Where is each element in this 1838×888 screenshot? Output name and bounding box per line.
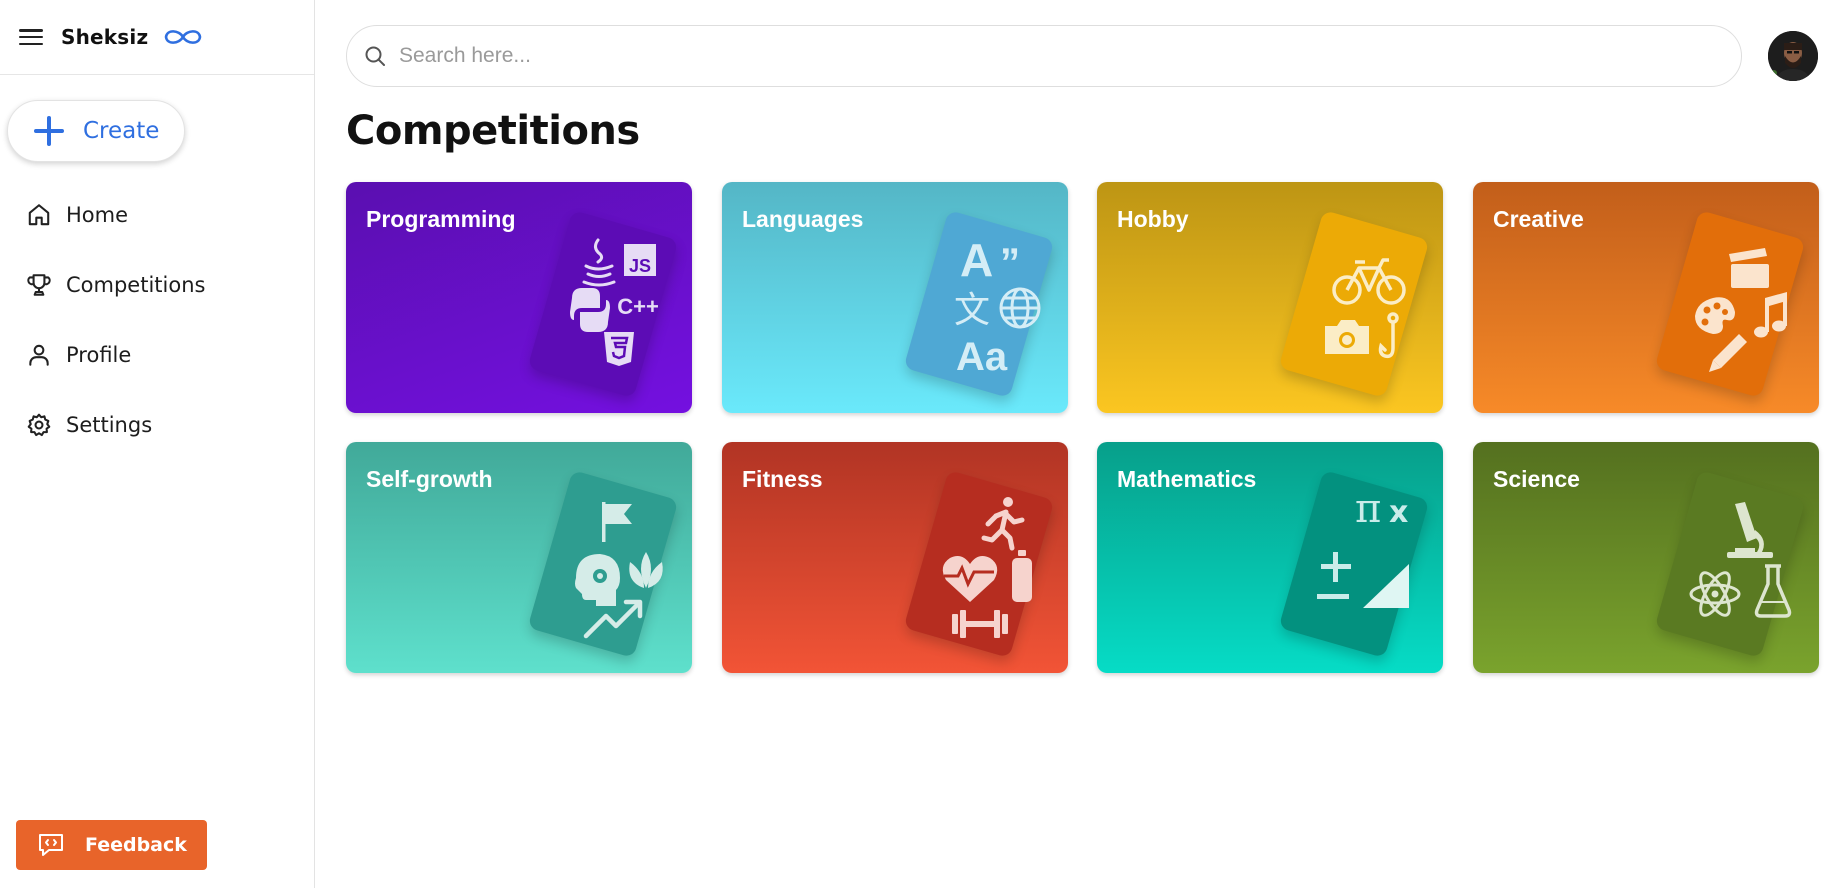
category-title: Fitness xyxy=(742,466,823,492)
search-icon xyxy=(365,46,385,66)
music-note-icon xyxy=(1754,292,1787,338)
languages-icons: A ” 文 Aa xyxy=(954,234,1041,379)
category-card-creative[interactable]: Creative xyxy=(1473,182,1819,413)
plus-icon xyxy=(34,116,64,146)
flag-icon xyxy=(602,502,632,542)
science-icons xyxy=(1689,502,1792,618)
avatar[interactable] xyxy=(1768,31,1818,81)
home-icon xyxy=(28,204,50,226)
microscope-icon xyxy=(1727,502,1773,558)
mathematics-icons: π x xyxy=(1317,486,1409,608)
page-title: Competitions xyxy=(346,108,640,154)
category-title: Self-growth xyxy=(366,466,493,492)
category-card-science[interactable]: Science xyxy=(1473,442,1819,673)
brand-bar: Sheksiz xyxy=(0,0,314,75)
runner-icon xyxy=(981,497,1025,551)
heart-pulse-icon xyxy=(942,556,998,602)
search-bar[interactable] xyxy=(346,25,1742,87)
head-gear-icon xyxy=(575,554,620,606)
java-icon xyxy=(582,238,616,287)
js-icon-label: JS xyxy=(629,256,651,276)
fitness-icons xyxy=(942,497,1032,638)
category-title: Hobby xyxy=(1117,206,1189,232)
minus-sign-icon xyxy=(1317,594,1349,599)
category-card-hobby[interactable]: Hobby xyxy=(1097,182,1443,413)
sidebar-item-label: Settings xyxy=(66,413,153,437)
sidebar-item-label: Competitions xyxy=(66,273,206,297)
lotus-icon xyxy=(629,552,663,588)
growth-chart-icon xyxy=(583,599,643,639)
category-title: Languages xyxy=(742,206,864,232)
brand-name: Sheksiz xyxy=(61,25,149,49)
bicycle-icon xyxy=(1332,258,1406,305)
feedback-icon xyxy=(39,834,63,856)
dumbbell-icon xyxy=(952,610,1008,638)
cpp-icon-label: C++ xyxy=(617,294,659,319)
infinity-logo-icon xyxy=(165,30,202,44)
flask-icon xyxy=(1754,564,1792,618)
sidebar-item-home[interactable]: Home xyxy=(0,180,314,250)
water-bottle-icon xyxy=(1012,550,1032,602)
category-card-languages[interactable]: Languages A ” 文 Aa xyxy=(722,182,1068,413)
plus-sign-icon xyxy=(1321,552,1351,582)
chinese-char-icon: 文 xyxy=(954,290,990,331)
category-title: Creative xyxy=(1493,206,1584,232)
pi-icon: π xyxy=(1355,486,1381,532)
user-icon xyxy=(29,344,49,366)
category-card-mathematics[interactable]: Mathematics π x xyxy=(1097,442,1443,673)
quote-icon: ” xyxy=(1000,241,1020,285)
feedback-button[interactable]: Feedback xyxy=(16,820,207,870)
sidebar-nav: Home Competitions Profile Settings xyxy=(0,180,314,460)
atom-icon xyxy=(1689,571,1741,617)
programming-icons: JS C++ xyxy=(570,238,659,366)
feedback-button-label: Feedback xyxy=(85,834,187,856)
category-card-self-growth[interactable]: Self-growth xyxy=(346,442,692,673)
sidebar-item-label: Profile xyxy=(66,343,132,367)
creative-icons xyxy=(1695,248,1787,372)
triangle-icon xyxy=(1363,564,1409,608)
category-title: Programming xyxy=(366,206,516,232)
create-button-label: Create xyxy=(83,118,160,144)
x-icon: x xyxy=(1389,495,1408,530)
category-card-programming[interactable]: Programming JS C++ xyxy=(346,182,692,413)
category-card-fitness[interactable]: Fitness xyxy=(722,442,1068,673)
sidebar-item-label: Home xyxy=(66,203,129,227)
python-icon xyxy=(570,288,610,332)
html5-icon xyxy=(604,332,634,366)
sidebar-item-profile[interactable]: Profile xyxy=(0,320,314,390)
fishing-hook-icon xyxy=(1378,312,1399,359)
trophy-icon xyxy=(27,274,51,296)
menu-icon[interactable] xyxy=(18,26,44,48)
pencil-icon xyxy=(1709,334,1747,372)
camera-icon xyxy=(1325,320,1369,354)
category-title: Mathematics xyxy=(1117,466,1257,492)
avatar-photo xyxy=(1768,31,1818,81)
globe-icon xyxy=(999,287,1041,329)
sidebar-item-competitions[interactable]: Competitions xyxy=(0,250,314,320)
palette-icon xyxy=(1695,297,1735,334)
aa-icon: Aa xyxy=(956,335,1008,379)
hobby-icons xyxy=(1325,258,1406,359)
category-title: Science xyxy=(1493,466,1580,492)
create-button[interactable]: Create xyxy=(7,100,185,162)
gear-icon xyxy=(27,413,51,437)
search-input[interactable] xyxy=(399,44,1699,68)
sidebar-item-settings[interactable]: Settings xyxy=(0,390,314,460)
letter-a-icon: A xyxy=(960,234,993,286)
clapperboard-icon xyxy=(1729,248,1769,288)
self-growth-icons xyxy=(575,502,663,639)
sidebar: Sheksiz Create Home Competitions Profile… xyxy=(0,0,315,888)
